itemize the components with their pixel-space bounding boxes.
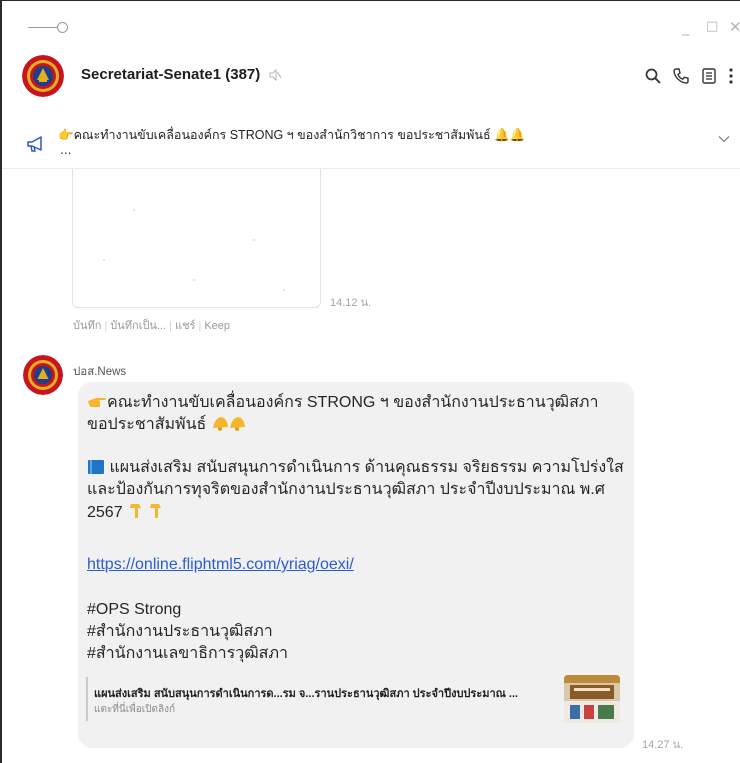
chat-header: Secretariat-Senate1 (387) (2, 45, 740, 107)
minimize-button[interactable]: _ (682, 19, 690, 35)
pointing-hand-icon (88, 398, 106, 407)
message-timestamp: 14.12 น. (330, 297, 372, 309)
window-titlebar: _ □ ✕ (2, 1, 740, 45)
notes-icon[interactable] (700, 67, 718, 85)
hashtag-ops-strong[interactable]: #OPS Strong (87, 600, 181, 620)
more-icon[interactable] (726, 67, 736, 85)
close-button[interactable]: ✕ (729, 19, 740, 35)
link-preview-thumbnail (564, 675, 620, 723)
search-icon[interactable] (644, 67, 662, 85)
fliphtml5-link[interactable]: https://online.fliphtml5.com/yriag/oexi/ (87, 555, 354, 575)
sender-name: ปอส.News (73, 366, 127, 378)
chevron-down-icon[interactable] (718, 135, 730, 143)
hashtag-senate-president-office[interactable]: #สำนักงานประธานวุฒิสภา (87, 622, 273, 642)
message-bubble[interactable]: คณะทำงานขับเคลื่อนองค์กร STRONG ฯ ของสำน… (78, 382, 634, 748)
message-timestamp: 14.27 น. (642, 739, 684, 751)
link-preview-title: แผนส่งเสริม สนับสนุนการดำเนินการด...รม จ… (94, 688, 519, 700)
announcement-banner[interactable]: 👉คณะทำงานขับเคลื่อนองค์กร STRONG ฯ ของสำ… (2, 107, 740, 169)
pin-window-icon[interactable] (28, 21, 68, 35)
book-icon (88, 460, 104, 474)
mute-icon (269, 68, 282, 82)
phone-icon[interactable] (672, 67, 690, 85)
sender-avatar[interactable] (23, 355, 63, 395)
group-avatar[interactable] (22, 55, 64, 97)
chat-window: _ □ ✕ Secretariat-Senate1 (387) 👉คณะทำงา… (0, 0, 740, 763)
bell-icon (212, 417, 245, 431)
pointing-down-icon (130, 504, 162, 518)
message-line: 2567 (87, 502, 167, 523)
maximize-button[interactable]: □ (706, 19, 718, 35)
message-line: ขอประชาสัมพันธ์ (87, 414, 247, 435)
message-line: แผนส่งเสริม สนับสนุนการดำเนินการ ด้านคุณ… (87, 458, 624, 478)
image-message[interactable] (72, 169, 321, 308)
save-as-action[interactable]: บันทึกเป็น... (110, 320, 166, 332)
hashtag-senate-secretariat[interactable]: #สำนักงานเลขาธิการวุฒิสภา (87, 644, 288, 664)
announcement-text: 👉คณะทำงานขับเคลื่อนองค์กร STRONG ฯ ของสำ… (58, 128, 526, 142)
keep-action[interactable]: Keep (204, 320, 230, 332)
image-actions: บันทึก | บันทึกเป็น... | แชร์ | Keep (73, 320, 231, 332)
chat-title: Secretariat-Senate1 (387) (81, 66, 261, 83)
announcement-ellipsis: ... (60, 143, 72, 157)
link-preview-subtitle: แตะที่นี่เพื่อเปิดลิงก์ (94, 704, 176, 715)
megaphone-icon (27, 136, 42, 152)
link-preview-card[interactable]: แผนส่งเสริม สนับสนุนการดำเนินการด...รม จ… (86, 675, 622, 723)
message-line: คณะทำงานขับเคลื่อนองค์กร STRONG ฯ ของสำน… (87, 392, 598, 413)
save-action[interactable]: บันทึก (73, 320, 101, 332)
share-action[interactable]: แชร์ (175, 320, 195, 332)
message-list[interactable]: 14.12 น. บันทึก | บันทึกเป็น... | แชร์ | Keep … (2, 169, 740, 763)
message-line: และป้องกันการทุจริตของสำนักงานประธานวุฒิ… (87, 481, 605, 498)
